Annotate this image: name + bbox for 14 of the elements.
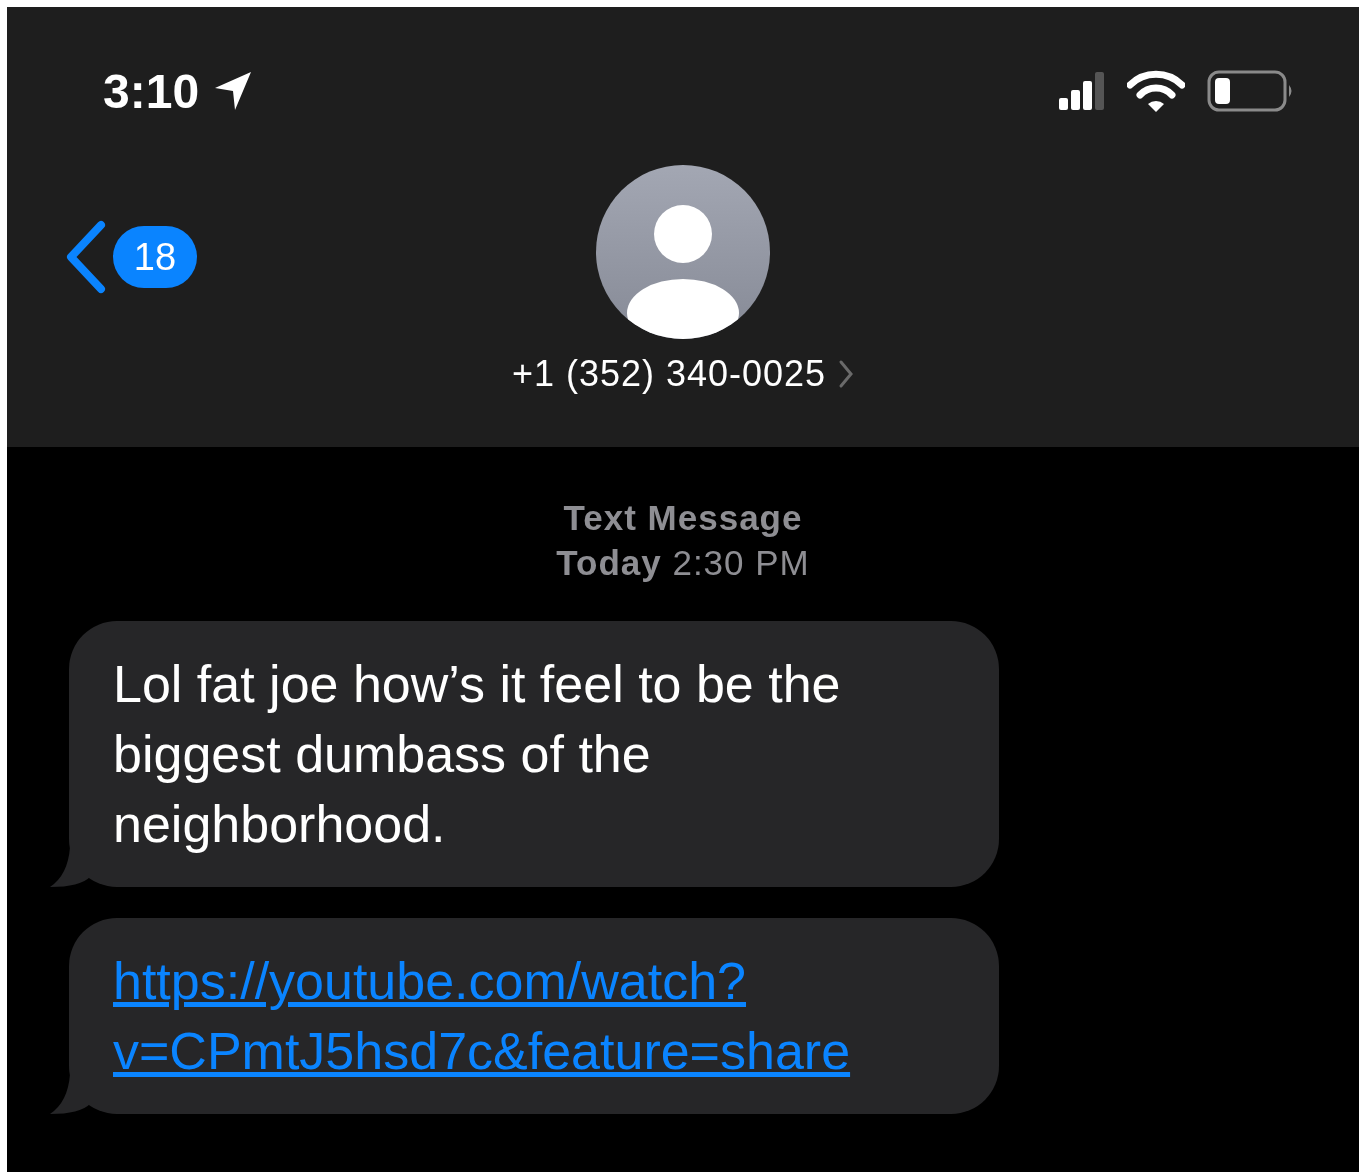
signal-icon xyxy=(1059,72,1105,110)
message-link[interactable]: https://youtube.com/watch?v=CPmtJ5hsd7c&feature=share xyxy=(113,946,955,1086)
service-label: Text Message xyxy=(563,497,803,539)
chevron-right-icon xyxy=(838,359,855,389)
back-button[interactable]: 18 xyxy=(63,219,197,295)
contact-name-button[interactable]: +1 (352) 340-0025 xyxy=(511,353,855,395)
avatar-silhouette-icon xyxy=(596,165,770,339)
location-arrow-icon xyxy=(213,70,254,112)
wifi-icon xyxy=(1127,70,1185,112)
bubble-tail xyxy=(50,847,90,887)
unread-count-badge: 18 xyxy=(113,226,197,288)
message-timestamp: Today 2:30 PM xyxy=(556,542,810,584)
message-bubble: Lol fat joe how’s it feel to be the biggest dumbass of the neighborhood. xyxy=(69,621,999,887)
status-time: 3:10 xyxy=(103,63,200,119)
